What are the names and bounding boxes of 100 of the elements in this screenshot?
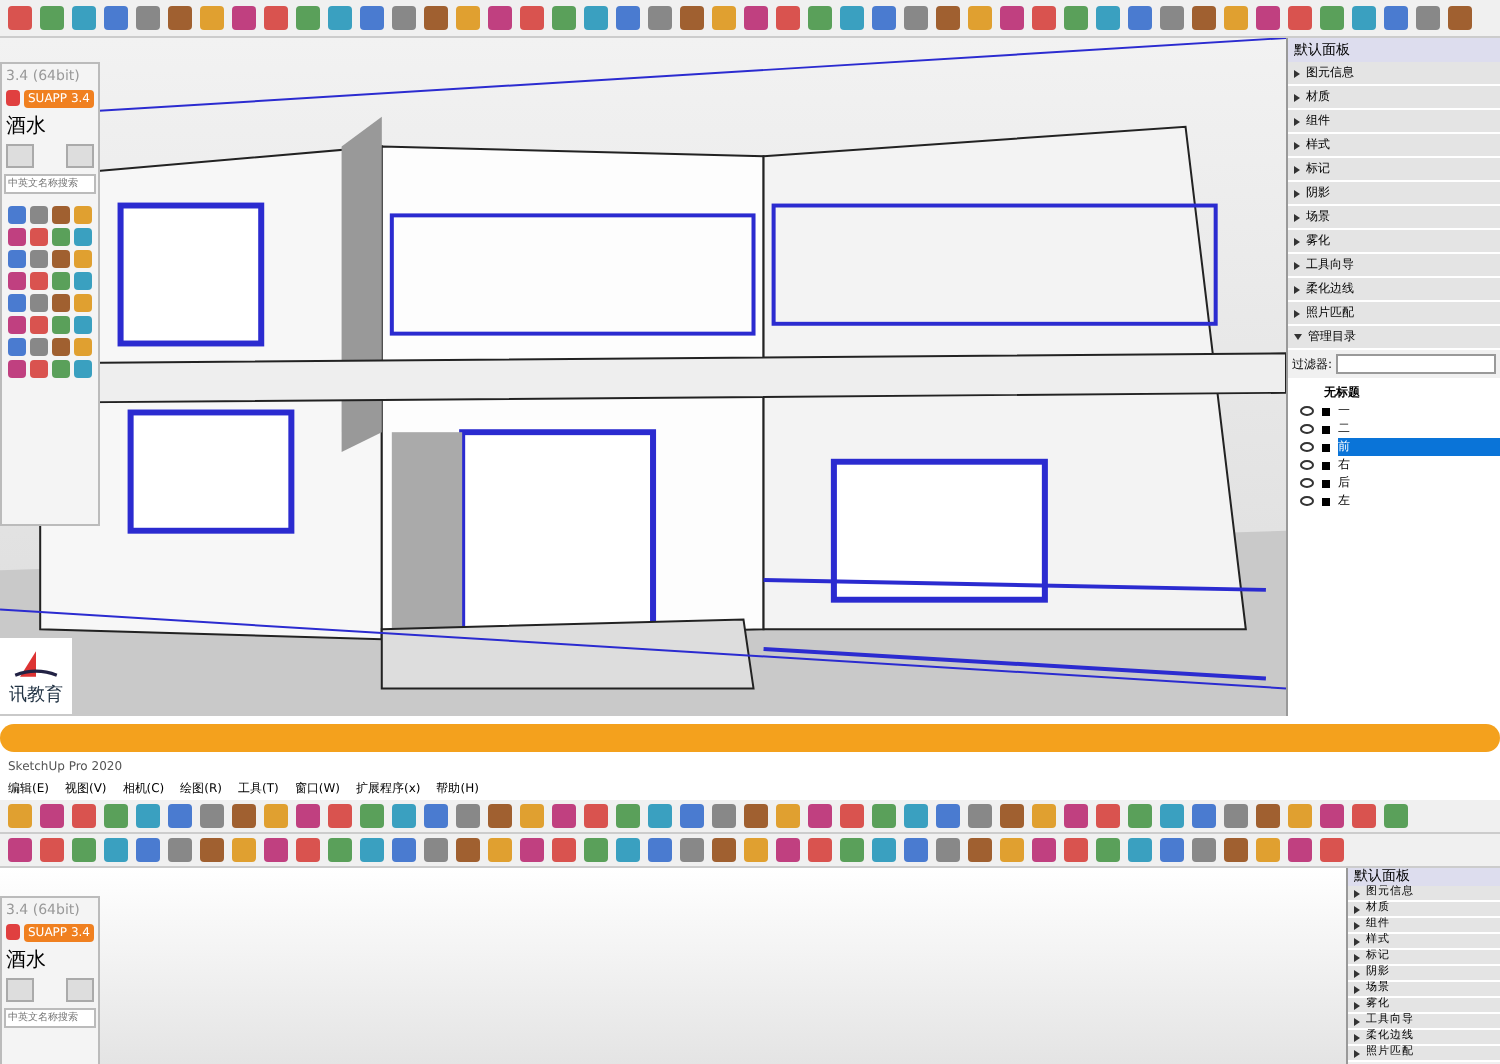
- toolbar-icon[interactable]: [840, 804, 864, 828]
- toolbar-icon[interactable]: [488, 6, 512, 30]
- toolbar-icon[interactable]: [1224, 804, 1248, 828]
- toolbar-icon[interactable]: [232, 804, 256, 828]
- toolbar-icon[interactable]: [840, 838, 864, 862]
- toolbar-icon[interactable]: [200, 6, 224, 30]
- toolbar-icon[interactable]: [456, 6, 480, 30]
- toolbar-icon[interactable]: [1224, 6, 1248, 30]
- toolbar-icon[interactable]: [8, 6, 32, 30]
- toolbar-icon[interactable]: [1096, 6, 1120, 30]
- toolbar-icon[interactable]: [1032, 804, 1056, 828]
- toolbar-icon[interactable]: [392, 804, 416, 828]
- toolbar-icon[interactable]: [392, 6, 416, 30]
- toolbar-icon[interactable]: [456, 838, 480, 862]
- toolbar-icon[interactable]: [392, 838, 416, 862]
- toolbar-icon[interactable]: [72, 6, 96, 30]
- toolbar-icon[interactable]: [840, 6, 864, 30]
- toolbar-icon[interactable]: [1128, 804, 1152, 828]
- toolbar-icon[interactable]: [1256, 804, 1280, 828]
- toolbar-icon[interactable]: [328, 804, 352, 828]
- toolbar-icon[interactable]: [1192, 6, 1216, 30]
- toolbar-icon[interactable]: [104, 838, 128, 862]
- toolbar-icon[interactable]: [360, 838, 384, 862]
- toolbar-icon[interactable]: [1160, 838, 1184, 862]
- toolbar-icon[interactable]: [776, 804, 800, 828]
- toolbar-icon[interactable]: [744, 6, 768, 30]
- toolbar-icon[interactable]: [1064, 6, 1088, 30]
- toolbar-icon[interactable]: [136, 838, 160, 862]
- toolbar-icon[interactable]: [712, 6, 736, 30]
- toolbar-icon[interactable]: [1192, 804, 1216, 828]
- toolbar-icon[interactable]: [296, 6, 320, 30]
- toolbar-icon[interactable]: [8, 838, 32, 862]
- toolbar-icon[interactable]: [40, 6, 64, 30]
- toolbar-icon[interactable]: [680, 838, 704, 862]
- toolbar-icon[interactable]: [776, 6, 800, 30]
- toolbar-icon[interactable]: [1000, 838, 1024, 862]
- toolbar-icon[interactable]: [712, 804, 736, 828]
- toolbar-icon[interactable]: [200, 804, 224, 828]
- toolbar-icon[interactable]: [1352, 6, 1376, 30]
- toolbar-icon[interactable]: [712, 838, 736, 862]
- toolbar-icon[interactable]: [40, 838, 64, 862]
- toolbar-icon[interactable]: [616, 6, 640, 30]
- toolbar-icon[interactable]: [296, 838, 320, 862]
- toolbar-icon[interactable]: [424, 6, 448, 30]
- toolbar-icon[interactable]: [680, 6, 704, 30]
- toolbar-icon[interactable]: [744, 804, 768, 828]
- toolbar-icon[interactable]: [936, 6, 960, 30]
- toolbar-icon[interactable]: [200, 838, 224, 862]
- toolbar-icon[interactable]: [456, 804, 480, 828]
- toolbar-icon[interactable]: [264, 6, 288, 30]
- toolbar-icon[interactable]: [1256, 6, 1280, 30]
- toolbar-icon[interactable]: [232, 838, 256, 862]
- toolbar-icon[interactable]: [1160, 804, 1184, 828]
- toolbar-icon[interactable]: [520, 6, 544, 30]
- toolbar-icon[interactable]: [744, 838, 768, 862]
- toolbar-icon[interactable]: [968, 838, 992, 862]
- toolbar-icon[interactable]: [776, 838, 800, 862]
- toolbar-icon[interactable]: [1000, 804, 1024, 828]
- toolbar-icon[interactable]: [584, 838, 608, 862]
- toolbar-icon[interactable]: [168, 804, 192, 828]
- toolbar-icon[interactable]: [1320, 6, 1344, 30]
- toolbar-icon[interactable]: [1288, 6, 1312, 30]
- toolbar-icon[interactable]: [1384, 804, 1408, 828]
- toolbar-icon[interactable]: [104, 804, 128, 828]
- toolbar-icon[interactable]: [136, 804, 160, 828]
- toolbar-icon[interactable]: [8, 804, 32, 828]
- toolbar-icon[interactable]: [424, 838, 448, 862]
- toolbar-icon[interactable]: [104, 6, 128, 30]
- toolbar-icon[interactable]: [520, 804, 544, 828]
- toolbar-icon[interactable]: [1160, 6, 1184, 30]
- toolbar-icon[interactable]: [616, 804, 640, 828]
- toolbar-icon[interactable]: [1448, 6, 1472, 30]
- toolbar-icon[interactable]: [488, 804, 512, 828]
- toolbar-icon[interactable]: [808, 804, 832, 828]
- toolbar-icon[interactable]: [904, 838, 928, 862]
- toolbar-icon[interactable]: [328, 838, 352, 862]
- toolbar-icon[interactable]: [1320, 804, 1344, 828]
- toolbar-icon[interactable]: [1288, 838, 1312, 862]
- toolbar-icon[interactable]: [424, 804, 448, 828]
- toolbar-icon[interactable]: [1032, 6, 1056, 30]
- toolbar-icon[interactable]: [936, 838, 960, 862]
- toolbar-icon[interactable]: [904, 804, 928, 828]
- toolbar-icon[interactable]: [936, 804, 960, 828]
- toolbar-icon[interactable]: [584, 6, 608, 30]
- toolbar-icon[interactable]: [40, 804, 64, 828]
- toolbar-icon[interactable]: [808, 6, 832, 30]
- toolbar-icon[interactable]: [1096, 838, 1120, 862]
- toolbar-icon[interactable]: [1288, 804, 1312, 828]
- toolbar-icon[interactable]: [488, 838, 512, 862]
- toolbar-icon[interactable]: [360, 804, 384, 828]
- toolbar-icon[interactable]: [1416, 6, 1440, 30]
- toolbar-icon[interactable]: [648, 6, 672, 30]
- toolbar-icon[interactable]: [616, 838, 640, 862]
- toolbar-icon[interactable]: [872, 804, 896, 828]
- toolbar-icon[interactable]: [648, 838, 672, 862]
- toolbar-icon[interactable]: [264, 804, 288, 828]
- toolbar-icon[interactable]: [520, 838, 544, 862]
- toolbar-icon[interactable]: [1384, 6, 1408, 30]
- toolbar-icon[interactable]: [968, 804, 992, 828]
- toolbar-icon[interactable]: [168, 6, 192, 30]
